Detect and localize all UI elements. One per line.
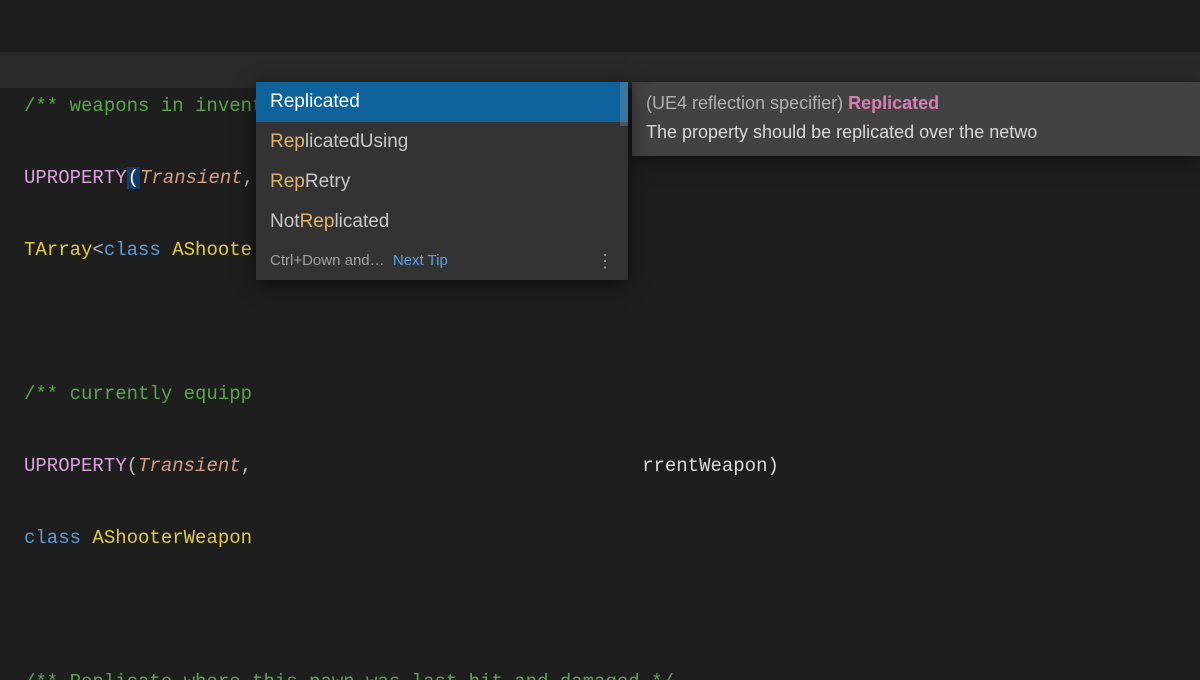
completion-hint-text: Ctrl+Down and… [270,252,385,269]
open-paren-highlight: ( [127,167,140,189]
doc-kind: (UE4 reflection specifier) [646,93,843,113]
code-keyword: class [104,239,161,261]
code-punct: ( [127,455,138,477]
completion-item[interactable]: ReplicatedUsing [256,122,628,162]
code-macro: UPROPERTY [24,455,127,477]
code-punct [161,239,172,261]
completion-item[interactable]: RepRetry [256,162,628,202]
code-type: AShooterWeapon [92,527,252,549]
code-specifier: Transient [140,167,243,189]
code-type: TArray [24,239,92,261]
more-options-icon[interactable]: ⋮ [596,258,616,264]
popup-scrollbar[interactable] [620,82,628,126]
code-macro: UPROPERTY [24,167,127,189]
code-comment: /** currently equipp [24,383,252,405]
documentation-popup: (UE4 reflection specifier) Replicated Th… [632,82,1200,156]
code-punct: < [92,239,103,261]
code-specifier: Transient [138,455,241,477]
code-keyword: class [24,527,81,549]
next-tip-link[interactable]: Next Tip [393,252,448,269]
doc-name: Replicated [848,93,939,113]
completion-popup[interactable]: Replicated ReplicatedUsing RepRetry NotR… [256,82,628,280]
code-text: rrentWeapon) [642,455,779,477]
code-type: AShoote [172,239,252,261]
code-comment: /** Replicate where this pawn was last h… [24,671,674,680]
completion-item[interactable]: NotReplicated [256,202,628,242]
code-punct: , [241,455,252,477]
completion-footer: Ctrl+Down and… Next Tip ⋮ [256,242,628,280]
doc-description: The property should be replicated over t… [646,119,1186,146]
completion-item[interactable]: Replicated [256,82,628,122]
